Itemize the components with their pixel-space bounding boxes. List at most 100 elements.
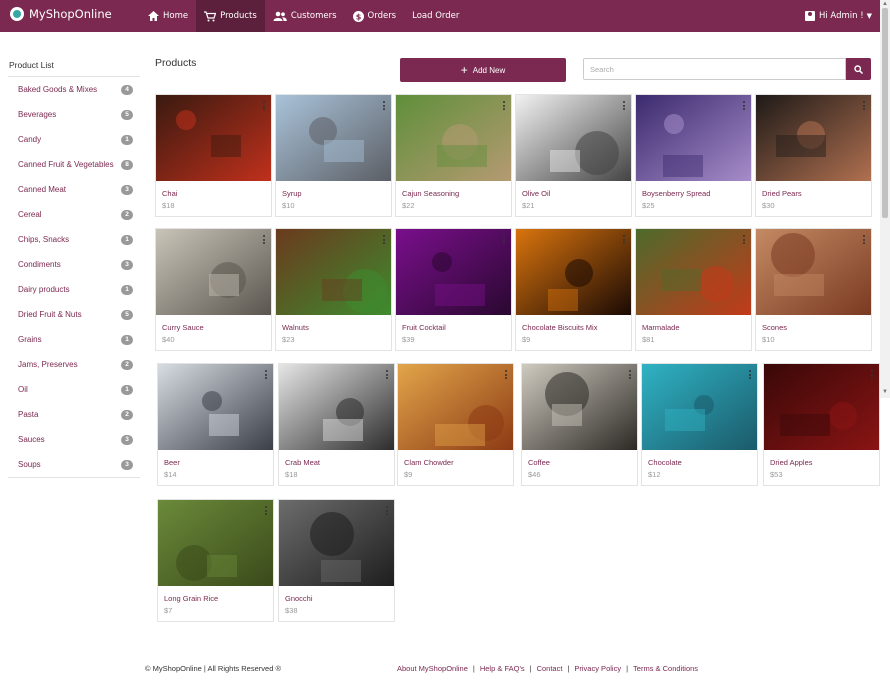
product-card[interactable]: Long Grain Rice $7	[157, 499, 274, 622]
product-card[interactable]: Walnuts $23	[275, 228, 392, 351]
more-options-icon[interactable]	[503, 235, 506, 246]
add-new-label: Add New	[472, 65, 506, 75]
product-name[interactable]: Coffee	[528, 458, 550, 467]
sidebar-item[interactable]: Condiments 3	[8, 252, 140, 277]
product-card[interactable]: Curry Sauce $40	[155, 228, 272, 351]
product-name[interactable]: Scones	[762, 323, 787, 332]
product-card[interactable]: Syrup $10	[275, 94, 392, 217]
product-card[interactable]: Chocolate $12	[641, 363, 758, 486]
product-name[interactable]: Chai	[162, 189, 177, 198]
more-options-icon[interactable]	[263, 235, 266, 246]
product-card[interactable]: Scones $10	[755, 228, 872, 351]
sidebar-item[interactable]: Cereal 2	[8, 202, 140, 227]
product-name[interactable]: Chocolate	[648, 458, 682, 467]
nav-customers[interactable]: Customers	[265, 0, 345, 32]
sidebar-item[interactable]: Pasta 2	[8, 402, 140, 427]
product-card[interactable]: Chai $18	[155, 94, 272, 217]
product-card[interactable]: Dried Pears $30	[755, 94, 872, 217]
product-name[interactable]: Olive Oil	[522, 189, 550, 198]
count-badge: 5	[121, 309, 133, 320]
product-name[interactable]: Cajun Seasoning	[402, 189, 459, 198]
sidebar-item[interactable]: Dairy products 1	[8, 277, 140, 302]
more-options-icon[interactable]	[863, 235, 866, 246]
product-name[interactable]: Clam Chowder	[404, 458, 454, 467]
sidebar-item[interactable]: Grains 1	[8, 327, 140, 352]
sidebar-item[interactable]: Baked Goods & Mixes 4	[8, 77, 140, 102]
product-name[interactable]: Gnocchi	[285, 594, 313, 603]
nav-orders-label: Orders	[367, 11, 397, 21]
scroll-up-icon[interactable]: ▲	[882, 1, 888, 7]
sidebar-item[interactable]: Candy 1	[8, 127, 140, 152]
more-options-icon[interactable]	[386, 370, 389, 381]
sidebar-item-label: Chips, Snacks	[18, 235, 70, 244]
product-price: $81	[642, 335, 655, 344]
search-input[interactable]	[583, 58, 846, 80]
more-options-icon[interactable]	[743, 235, 746, 246]
add-new-button[interactable]: + Add New	[400, 58, 566, 82]
more-options-icon[interactable]	[265, 370, 268, 381]
product-name[interactable]: Beer	[164, 458, 180, 467]
sidebar-item[interactable]: Sauces 3	[8, 427, 140, 452]
product-card[interactable]: Clam Chowder $9	[397, 363, 514, 486]
product-name[interactable]: Dried Apples	[770, 458, 813, 467]
more-options-icon[interactable]	[265, 506, 268, 517]
more-options-icon[interactable]	[263, 101, 266, 112]
search-button[interactable]	[846, 58, 871, 80]
brand[interactable]: MyShopOnline	[10, 7, 112, 21]
product-name[interactable]: Curry Sauce	[162, 323, 204, 332]
sidebar-item[interactable]: Oil 1	[8, 377, 140, 402]
more-options-icon[interactable]	[623, 235, 626, 246]
footer-link[interactable]: About MyShopOnline	[397, 664, 468, 673]
more-options-icon[interactable]	[383, 101, 386, 112]
sidebar-item[interactable]: Canned Fruit & Vegetables 8	[8, 152, 140, 177]
product-name[interactable]: Walnuts	[282, 323, 309, 332]
footer-link[interactable]: Privacy Policy	[574, 664, 621, 673]
product-card[interactable]: Marmalade $81	[635, 228, 752, 351]
user-menu[interactable]: Hi Admin ! ▼	[804, 0, 872, 32]
nav-products[interactable]: Products	[196, 0, 265, 32]
product-card[interactable]: Dried Apples $53	[763, 363, 880, 486]
sidebar-item[interactable]: Jams, Preserves 2	[8, 352, 140, 377]
product-card[interactable]: Cajun Seasoning $22	[395, 94, 512, 217]
product-card[interactable]: Chocolate Biscuits Mix $9	[515, 228, 632, 351]
nav-load-order[interactable]: Load Order	[404, 0, 467, 32]
product-name[interactable]: Chocolate Biscuits Mix	[522, 323, 597, 332]
more-options-icon[interactable]	[629, 370, 632, 381]
product-name[interactable]: Boysenberry Spread	[642, 189, 710, 198]
scrollbar-thumb[interactable]	[882, 8, 888, 218]
product-card[interactable]: Boysenberry Spread $25	[635, 94, 752, 217]
product-card[interactable]: Olive Oil $21	[515, 94, 632, 217]
product-name[interactable]: Fruit Cocktail	[402, 323, 446, 332]
more-options-icon[interactable]	[863, 101, 866, 112]
more-options-icon[interactable]	[383, 235, 386, 246]
product-name[interactable]: Syrup	[282, 189, 302, 198]
product-card[interactable]: Crab Meat $18	[278, 363, 395, 486]
more-options-icon[interactable]	[505, 370, 508, 381]
sidebar-item[interactable]: Canned Meat 3	[8, 177, 140, 202]
product-name[interactable]: Marmalade	[642, 323, 680, 332]
sidebar-item[interactable]: Chips, Snacks 1	[8, 227, 140, 252]
footer-link[interactable]: Terms & Conditions	[633, 664, 698, 673]
scroll-down-icon[interactable]: ▼	[882, 389, 888, 395]
product-name[interactable]: Long Grain Rice	[164, 594, 218, 603]
product-card[interactable]: Gnocchi $38	[278, 499, 395, 622]
nav-home[interactable]: Home	[140, 0, 196, 32]
product-name[interactable]: Crab Meat	[285, 458, 320, 467]
sidebar-item[interactable]: Beverages 5	[8, 102, 140, 127]
footer-link[interactable]: Contact	[537, 664, 563, 673]
more-options-icon[interactable]	[386, 506, 389, 517]
footer-link[interactable]: Help & FAQ's	[480, 664, 525, 673]
sidebar-item[interactable]: Dried Fruit & Nuts 5	[8, 302, 140, 327]
scrollbar[interactable]: ▲ ▼	[880, 0, 890, 398]
more-options-icon[interactable]	[623, 101, 626, 112]
more-options-icon[interactable]	[871, 370, 874, 381]
nav-orders[interactable]: $ Orders	[345, 0, 405, 32]
more-options-icon[interactable]	[743, 101, 746, 112]
more-options-icon[interactable]	[749, 370, 752, 381]
product-card[interactable]: Beer $14	[157, 363, 274, 486]
sidebar-item[interactable]: Soups 3	[8, 452, 140, 477]
product-card[interactable]: Coffee $46	[521, 363, 638, 486]
product-name[interactable]: Dried Pears	[762, 189, 802, 198]
product-card[interactable]: Fruit Cocktail $39	[395, 228, 512, 351]
more-options-icon[interactable]	[503, 101, 506, 112]
